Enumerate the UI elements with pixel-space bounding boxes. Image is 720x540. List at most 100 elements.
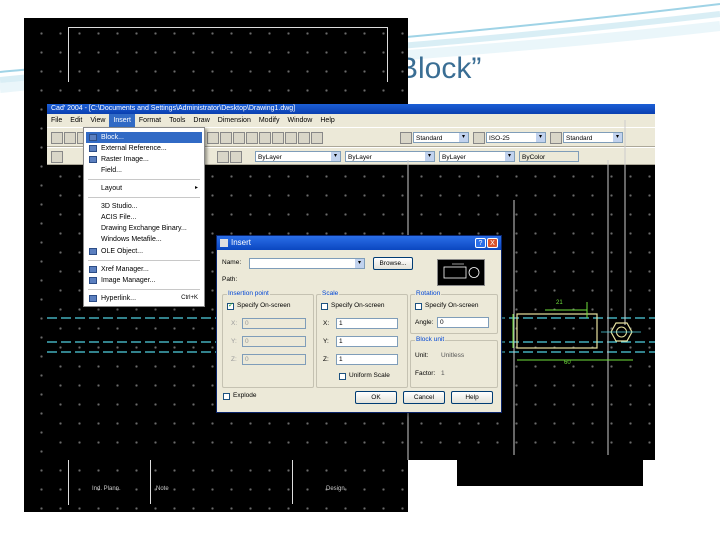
- ok-button[interactable]: OK: [355, 391, 397, 404]
- menu-item-label: External Reference...: [101, 145, 167, 152]
- layer-previous-icon[interactable]: [217, 151, 229, 163]
- angle-label: Angle:: [415, 319, 434, 326]
- linetype-select[interactable]: ByLayer ▾: [345, 151, 435, 162]
- properties-icon[interactable]: [259, 132, 271, 144]
- angle-input[interactable]: 0: [437, 317, 489, 328]
- title-block-cell: Design: [326, 486, 345, 492]
- title-block-divider: [150, 458, 151, 504]
- group-title: Insertion point: [227, 290, 270, 297]
- rotation-specify-label: Specify On-screen: [425, 302, 479, 309]
- layer-color-select[interactable]: ByLayer ▾: [255, 151, 341, 162]
- image-icon: [89, 156, 97, 163]
- scale-x-label: X:: [323, 320, 330, 327]
- menu-item-external-reference[interactable]: External Reference...: [86, 143, 202, 154]
- dialog-help-button[interactable]: ?: [475, 238, 486, 248]
- menu-item-raster-image[interactable]: Raster Image...: [86, 154, 202, 165]
- block-preview-icon: [443, 263, 480, 279]
- menu-item-hyperlink[interactable]: Hyperlink... Ctrl+K: [86, 293, 202, 304]
- menu-item-ole-object[interactable]: OLE Object...: [86, 246, 202, 257]
- chevron-down-icon: ▾: [331, 152, 340, 161]
- zoom-window-icon[interactable]: [233, 132, 245, 144]
- menu-item-block[interactable]: Block...: [86, 132, 202, 143]
- insertion-specify-checkbox[interactable]: ✓: [227, 302, 234, 310]
- chevron-down-icon: ▾: [613, 133, 622, 142]
- path-label: Path:: [222, 276, 238, 283]
- design-center-icon[interactable]: [272, 132, 284, 144]
- insertion-z-input[interactable]: 0: [242, 354, 306, 365]
- chevron-down-icon: ▾: [536, 133, 545, 142]
- menu-item-wmf[interactable]: Windows Metafile...: [86, 234, 202, 245]
- uniform-scale-checkbox[interactable]: [339, 373, 346, 380]
- menu-tools[interactable]: Tools: [165, 114, 189, 127]
- dimension-top-label: 21: [556, 300, 563, 306]
- menu-edit[interactable]: Edit: [66, 114, 86, 127]
- make-current-icon[interactable]: [230, 151, 242, 163]
- table-style-select[interactable]: Standard ▾: [563, 132, 623, 143]
- menu-item-acis-file[interactable]: ACIS File...: [86, 212, 202, 223]
- block-name-combobox[interactable]: ▾: [249, 258, 365, 269]
- insertion-y-input[interactable]: 0: [242, 336, 306, 347]
- dialog-app-icon: [220, 239, 228, 247]
- markup-icon[interactable]: [298, 132, 310, 144]
- title-block-cell: Ind. Plann.: [92, 486, 121, 492]
- scale-x-input[interactable]: 1: [336, 318, 398, 329]
- rotation-specify-checkbox[interactable]: [415, 303, 422, 310]
- new-icon[interactable]: [51, 132, 63, 144]
- insertion-x-label: X:: [231, 320, 238, 327]
- menu-item-field[interactable]: Field...: [86, 165, 202, 176]
- menu-insert[interactable]: Insert: [109, 114, 135, 127]
- scale-specify-label: Specify On-screen: [331, 302, 385, 309]
- group-title: Scale: [321, 290, 340, 297]
- menu-draw[interactable]: Draw: [189, 114, 213, 127]
- scale-y-label: Y:: [323, 338, 329, 345]
- dim-style-select[interactable]: ISO-25 ▾: [486, 132, 546, 143]
- pan-icon[interactable]: [207, 132, 219, 144]
- menu-format[interactable]: Format: [135, 114, 165, 127]
- layer-manager-icon[interactable]: [51, 151, 63, 163]
- menu-item-dxb[interactable]: Drawing Exchange Binary...: [86, 223, 202, 234]
- menu-item-xref-manager[interactable]: Xref Manager...: [86, 264, 202, 275]
- tool-palettes-icon[interactable]: [285, 132, 297, 144]
- menu-item-image-manager[interactable]: Image Manager...: [86, 275, 202, 286]
- dialog-close-button[interactable]: X: [487, 238, 498, 248]
- menu-item-layout[interactable]: Layout ▸: [86, 183, 202, 194]
- scale-z-input[interactable]: 1: [336, 354, 398, 365]
- lineweight-value: ByLayer: [442, 154, 466, 161]
- chevron-down-icon: ▾: [459, 133, 468, 142]
- dim-style-value: ISO-25: [489, 135, 510, 142]
- chevron-down-icon: ▾: [425, 152, 434, 161]
- lineweight-select[interactable]: ByLayer ▾: [439, 151, 515, 162]
- menu-file[interactable]: File: [47, 114, 66, 127]
- scale-y-input[interactable]: 1: [336, 336, 398, 347]
- menu-item-label: ACIS File...: [101, 214, 137, 221]
- block-preview-pane: [437, 259, 485, 286]
- help-icon[interactable]: [311, 132, 323, 144]
- browse-button[interactable]: Browse...: [373, 257, 413, 270]
- menu-help[interactable]: Help: [316, 114, 338, 127]
- menu-item-3d-studio[interactable]: 3D Studio...: [86, 201, 202, 212]
- linetype-value: ByLayer: [348, 154, 372, 161]
- help-button[interactable]: Help: [451, 391, 493, 404]
- menu-item-label: Xref Manager...: [101, 266, 149, 273]
- open-icon[interactable]: [64, 132, 76, 144]
- zoom-previous-icon[interactable]: [246, 132, 258, 144]
- block-unit-group: Block unit: [410, 336, 498, 388]
- insertion-x-input[interactable]: 0: [242, 318, 306, 329]
- scale-specify-checkbox[interactable]: [321, 303, 328, 310]
- zoom-icon[interactable]: [220, 132, 232, 144]
- drawing-title-block: [68, 458, 409, 505]
- plotstyle-select[interactable]: ByColor: [519, 151, 579, 162]
- menu-modify[interactable]: Modify: [255, 114, 284, 127]
- menu-view[interactable]: View: [86, 114, 109, 127]
- dialog-title-bar: Insert ? X: [217, 236, 501, 250]
- menu-window[interactable]: Window: [283, 114, 316, 127]
- cancel-button[interactable]: Cancel: [403, 391, 445, 404]
- menu-dimension[interactable]: Dimension: [214, 114, 255, 127]
- menu-item-label: OLE Object...: [101, 248, 144, 255]
- dimensioned-part-drawing: [512, 302, 641, 361]
- text-style-value: Standard: [416, 135, 443, 142]
- menu-separator: [88, 260, 200, 261]
- explode-checkbox[interactable]: [223, 393, 230, 400]
- menu-item-label: Field...: [101, 167, 123, 174]
- text-style-select[interactable]: Standard ▾: [413, 132, 469, 143]
